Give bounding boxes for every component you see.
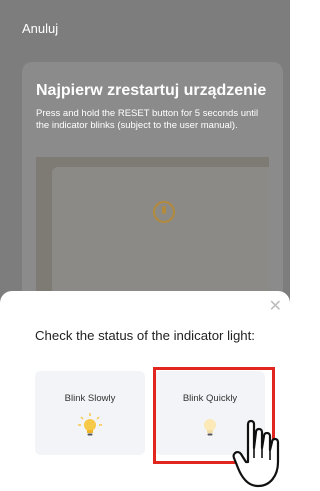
card-instructions: Press and hold the RESET button for 5 se… — [36, 108, 259, 131]
cancel-button[interactable]: Anuluj — [22, 21, 58, 36]
blink-slowly-label: Blink Slowly — [64, 393, 116, 404]
pointing-hand-icon — [232, 419, 280, 488]
close-icon[interactable]: ✕ — [269, 299, 282, 315]
indicator-prompt: Check the status of the indicator light: — [35, 328, 255, 343]
lightbulb-lit-icon — [78, 413, 102, 436]
power-symbol-icon — [162, 206, 166, 214]
card-title: Najpierw zrestartuj urządzenie — [36, 82, 267, 99]
device-body — [52, 167, 269, 307]
blink-slowly-option[interactable]: Blink Slowly — [35, 371, 145, 455]
